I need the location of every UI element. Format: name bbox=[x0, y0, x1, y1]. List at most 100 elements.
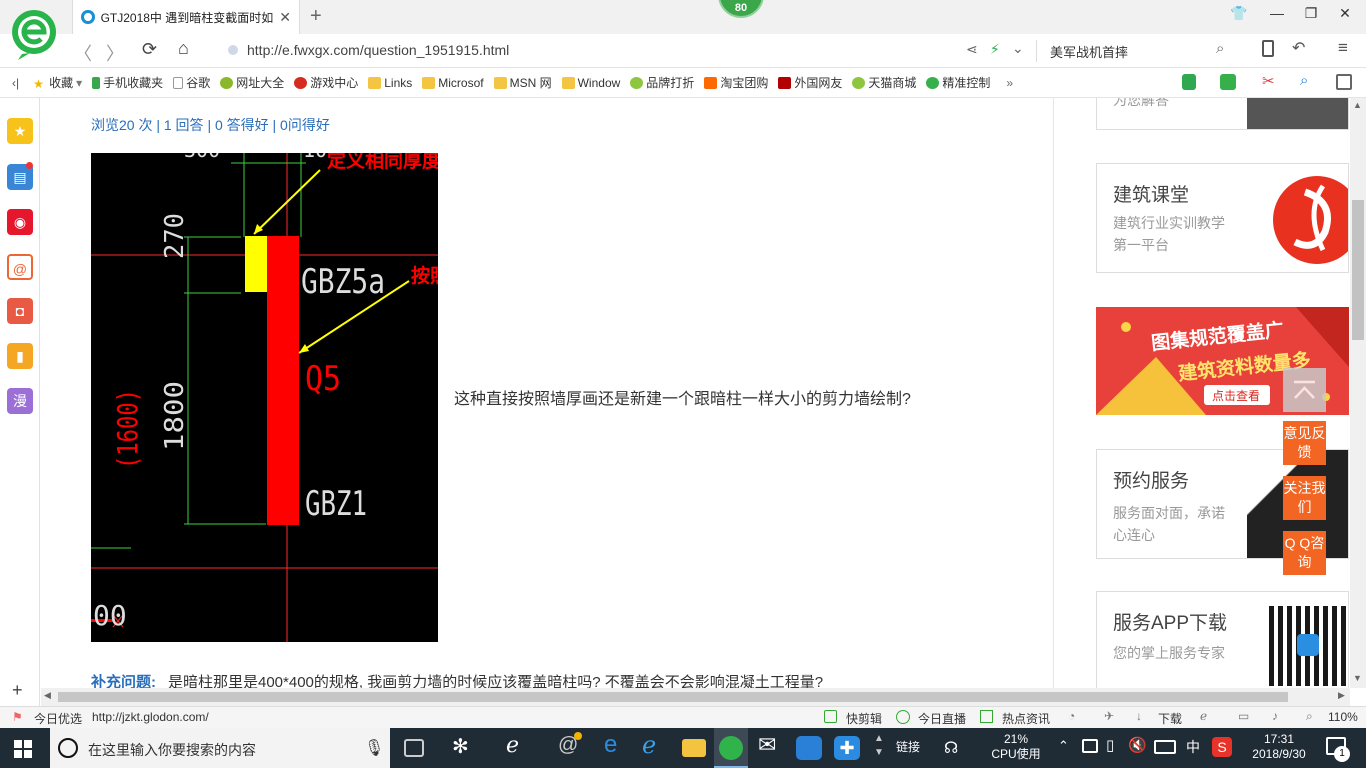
bookmark-item[interactable]: 淘宝团购 bbox=[704, 74, 768, 91]
back-button[interactable]: 〈 bbox=[74, 40, 92, 66]
links-toolbar-label[interactable]: 链接 bbox=[896, 740, 920, 755]
scissors-icon[interactable]: ✂ bbox=[1262, 72, 1275, 90]
app-download-card[interactable]: 服务APP下载 您的掌上服务专家 bbox=[1096, 591, 1349, 688]
add-sidebar-button[interactable]: + bbox=[12, 680, 23, 701]
apps-icon[interactable] bbox=[1336, 74, 1352, 90]
bookmark-item[interactable]: 天猫商城 bbox=[852, 74, 916, 91]
sidebar-toggle-icon[interactable]: ‹| bbox=[12, 76, 19, 90]
keyboard-icon[interactable] bbox=[1154, 740, 1176, 754]
download-link[interactable]: 下载 bbox=[1158, 710, 1182, 727]
browser-tab[interactable]: GTJ2018中 遇到暗柱变截面时如 ✕ bbox=[72, 0, 300, 34]
window-icon[interactable]: ▭ bbox=[1238, 709, 1249, 723]
favorites-icon[interactable]: ★ bbox=[7, 118, 33, 144]
battery-icon[interactable] bbox=[1082, 739, 1098, 753]
banner-cta[interactable]: 点击查看 bbox=[1212, 389, 1260, 403]
bookmark-item[interactable]: 品牌打折 bbox=[630, 74, 694, 91]
dropdown-chevron-icon[interactable]: ⌄ bbox=[1012, 40, 1024, 57]
tray-expand-icon[interactable]: ⌃ bbox=[1058, 738, 1069, 754]
cpu-meter[interactable]: 21% CPU使用 bbox=[990, 732, 1042, 762]
bookmark-item[interactable]: ★ 收藏 ▾ bbox=[33, 74, 82, 91]
windows-start-icon[interactable] bbox=[14, 740, 32, 758]
home-icon[interactable]: ⌂ bbox=[178, 38, 189, 59]
scroll-down-arrow-icon[interactable]: ▼ bbox=[1353, 673, 1362, 683]
bookmark-folder[interactable]: Window bbox=[561, 76, 620, 90]
new-tab-button[interactable]: + bbox=[310, 5, 322, 28]
taskbar-search[interactable]: 在这里输入你要搜索的内容 🎙 bbox=[50, 728, 390, 768]
edge-icon[interactable]: e bbox=[604, 731, 630, 758]
people-icon[interactable]: ☊ bbox=[944, 738, 958, 758]
reload-icon[interactable]: ⟳ bbox=[142, 39, 157, 60]
mail-app-icon[interactable]: ✉ bbox=[758, 732, 784, 757]
bookmark-item[interactable]: 外国网友 bbox=[778, 74, 842, 91]
translate-icon[interactable] bbox=[1220, 74, 1236, 90]
bookmark-folder[interactable]: Links bbox=[368, 76, 412, 90]
bookmark-item[interactable]: 精准控制 bbox=[926, 74, 990, 91]
vertical-scroll-thumb[interactable] bbox=[1352, 200, 1364, 340]
menu-icon[interactable]: ≡ bbox=[1338, 38, 1348, 58]
sogou-input-icon[interactable]: S bbox=[1212, 737, 1232, 757]
site-info-icon[interactable] bbox=[228, 45, 238, 55]
back-to-top-button[interactable] bbox=[1283, 368, 1326, 412]
glodon-app-icon[interactable] bbox=[796, 736, 822, 760]
microphone-icon[interactable]: 🎙 bbox=[364, 738, 384, 758]
phone-icon[interactable] bbox=[1262, 40, 1274, 57]
hot-news-link[interactable]: 热点资讯 bbox=[1002, 710, 1050, 727]
clock[interactable]: 17:31 2018/9/30 bbox=[1244, 732, 1314, 762]
more-bookmarks-icon[interactable]: » bbox=[1006, 76, 1013, 90]
weibo-icon[interactable]: ◉ bbox=[7, 209, 33, 235]
plus-app-icon[interactable]: ✚ bbox=[834, 736, 860, 760]
horizontal-scroll-thumb[interactable] bbox=[58, 692, 1288, 702]
bookmark-folder[interactable]: MSN 网 bbox=[493, 74, 552, 91]
vertical-scrollbar[interactable] bbox=[1350, 98, 1366, 688]
bookmark-item[interactable]: 游戏中心 bbox=[294, 74, 358, 91]
url-field[interactable]: http://e.fwxgx.com/question_1951915.html bbox=[247, 42, 509, 58]
volume-muted-icon[interactable]: 🔇 bbox=[1128, 736, 1147, 754]
browser-taskbar-icon[interactable]: ℯ bbox=[506, 732, 532, 757]
lightning-icon[interactable]: ⚡ bbox=[990, 41, 1000, 58]
answer-card[interactable]: 为您解答 bbox=[1096, 98, 1349, 130]
speed-icon[interactable]: ◔ bbox=[1068, 709, 1075, 723]
qq-consult-button[interactable]: Q Q咨询 bbox=[1283, 531, 1326, 575]
shield-icon[interactable] bbox=[1182, 74, 1196, 90]
skin-icon[interactable]: 👕 bbox=[1224, 5, 1254, 22]
search-input[interactable]: 美军战机首摔 bbox=[1050, 42, 1128, 61]
magnifier-icon[interactable]: ⌕ bbox=[1300, 72, 1308, 89]
zoom-icon[interactable]: ⌕ bbox=[1306, 709, 1313, 724]
follow-us-button[interactable]: 关注我们 bbox=[1283, 476, 1326, 520]
scroll-right-arrow-icon[interactable]: ▶ bbox=[1338, 690, 1345, 701]
pinwheel-icon[interactable]: ✻ bbox=[452, 734, 478, 758]
undo-icon[interactable]: ↶ bbox=[1292, 38, 1305, 58]
scroll-left-arrow-icon[interactable]: ◀ bbox=[44, 690, 51, 701]
daily-picks-link[interactable]: 今日优选 bbox=[34, 710, 82, 727]
feedback-button[interactable]: 意见反馈 bbox=[1283, 421, 1326, 465]
pin-icon[interactable]: ✈ bbox=[1104, 709, 1114, 723]
ime-indicator[interactable]: 中 bbox=[1186, 740, 1200, 755]
bookmark-folder[interactable]: Microsof bbox=[422, 76, 484, 90]
forward-button[interactable]: 〉 bbox=[106, 40, 124, 66]
course-card[interactable]: 建筑课堂 建筑行业实训教学第一平台 bbox=[1096, 163, 1349, 273]
mail-icon[interactable]: @ bbox=[7, 254, 33, 280]
edge-small-icon[interactable]: ℯ bbox=[1200, 709, 1207, 723]
browser-logo-icon[interactable] bbox=[10, 8, 58, 60]
search-icon[interactable]: ⌕ bbox=[1216, 40, 1224, 57]
tab-close-icon[interactable]: ✕ bbox=[279, 9, 291, 26]
taskbar-scroll-icon[interactable]: ▲ ▼ bbox=[874, 732, 884, 760]
file-explorer-icon[interactable] bbox=[682, 739, 706, 757]
volume-small-icon[interactable]: ♪ bbox=[1272, 709, 1278, 723]
novel-icon[interactable]: ▮ bbox=[7, 343, 33, 369]
zoom-level[interactable]: 110% bbox=[1328, 710, 1358, 724]
maximize-button[interactable]: ❐ bbox=[1296, 5, 1326, 22]
minimize-button[interactable]: — bbox=[1262, 5, 1292, 21]
scroll-up-arrow-icon[interactable]: ▲ bbox=[1353, 100, 1362, 110]
task-view-icon[interactable] bbox=[404, 739, 424, 757]
ie-icon[interactable]: ℯ bbox=[642, 731, 668, 759]
game-icon[interactable]: ◘ bbox=[7, 298, 33, 324]
bookmark-item[interactable]: 网址大全 bbox=[220, 74, 284, 91]
bookmark-item[interactable]: 手机收藏夹 bbox=[92, 74, 163, 91]
close-window-button[interactable]: ✕ bbox=[1330, 5, 1360, 22]
live-link[interactable]: 今日直播 bbox=[918, 710, 966, 727]
bookmark-item[interactable]: 谷歌 bbox=[173, 74, 210, 91]
comic-icon[interactable]: 漫 bbox=[7, 388, 33, 414]
network-icon[interactable]: ▯ bbox=[1106, 736, 1114, 754]
quick-edit-link[interactable]: 快剪辑 bbox=[846, 710, 882, 727]
